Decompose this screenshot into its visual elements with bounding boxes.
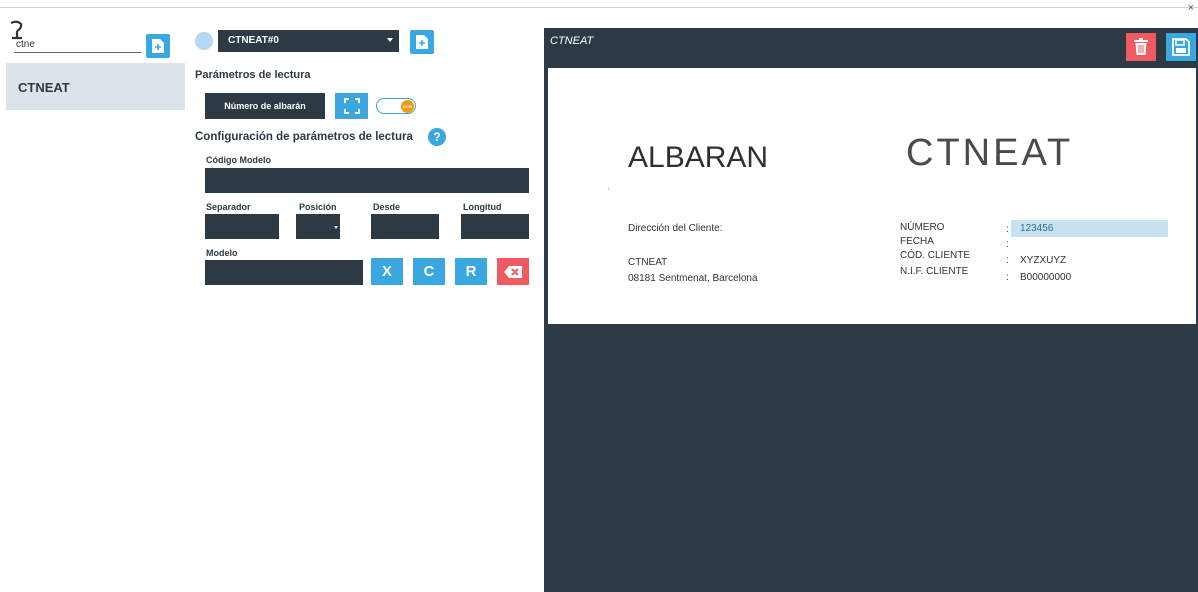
backspace-icon <box>504 265 522 278</box>
client-address: 08181 Sentmenat, Barcelona <box>628 273 758 284</box>
search-input[interactable] <box>14 37 141 53</box>
posicion-label: Posición <box>299 202 337 212</box>
pane-title: CTNEAT <box>550 35 594 47</box>
field-sep: : <box>1006 255 1009 266</box>
codigo-modelo-label: Código Modelo <box>206 155 271 165</box>
backspace-button[interactable] <box>497 258 529 285</box>
field-value: XYZXUYZ <box>1020 255 1067 266</box>
chevron-down-icon <box>387 38 393 42</box>
field-value: B00000000 <box>1020 272 1072 283</box>
ocr-toggle[interactable]: OCR <box>376 98 416 114</box>
field-label: CÓD. CLIENTE <box>900 250 971 261</box>
field-sep: : <box>1006 224 1009 235</box>
document-speck <box>608 188 609 189</box>
delete-button[interactable] <box>1126 33 1156 61</box>
add-item-button[interactable] <box>146 34 170 58</box>
add-model-button[interactable] <box>410 30 434 54</box>
longitud-field[interactable] <box>461 214 529 239</box>
add-file-icon <box>152 39 164 53</box>
x-button[interactable]: X <box>371 258 403 285</box>
albaran-number-button[interactable]: Número de albarán <box>205 93 325 119</box>
r-button[interactable]: R <box>455 258 487 285</box>
list-item[interactable]: CTNEAT <box>6 63 185 110</box>
modelo-field[interactable] <box>205 260 363 285</box>
field-sep: : <box>1006 272 1009 283</box>
field-label: FECHA <box>900 236 934 247</box>
modelo-label: Modelo <box>206 248 238 258</box>
chevron-down-icon <box>334 226 338 229</box>
scan-frame-icon <box>343 98 360 114</box>
scan-area-button[interactable] <box>335 93 368 119</box>
albaran-document: ALBARAN CTNEAT Dirección del Cliente: CT… <box>548 68 1196 324</box>
document-heading: ALBARAN <box>628 141 769 174</box>
field-label: NÚMERO <box>900 222 945 233</box>
model-select-value: CTNEAT#0 <box>228 35 279 46</box>
ctneat-logo: CTNEAT <box>906 132 1074 174</box>
separador-label: Separador <box>206 202 251 212</box>
field-label: N.I.F. CLIENTE <box>900 266 969 277</box>
field-sep: : <box>1006 239 1009 250</box>
longitud-label: Longitud <box>463 202 502 212</box>
separador-field[interactable] <box>205 214 279 239</box>
desde-label: Desde <box>373 202 401 212</box>
window-titlebar <box>0 0 1198 8</box>
codigo-modelo-field[interactable] <box>205 168 529 193</box>
field-value: 123456 <box>1020 223 1054 234</box>
ocr-toggle-knob: OCR <box>401 100 414 113</box>
client-name: CTNEAT <box>628 257 668 268</box>
trash-icon <box>1134 38 1148 55</box>
close-icon[interactable]: × <box>1188 3 1194 14</box>
section-title-reading: Parámetros de lectura <box>195 69 311 81</box>
desde-field[interactable] <box>371 214 439 239</box>
c-button[interactable]: C <box>413 258 445 285</box>
add-file-icon <box>416 35 428 49</box>
model-select[interactable]: CTNEAT#0 <box>218 30 399 52</box>
status-dot <box>195 32 213 50</box>
save-button[interactable] <box>1166 33 1196 61</box>
floppy-disk-icon <box>1172 38 1190 56</box>
client-address-label: Dirección del Cliente: <box>628 223 723 234</box>
section-title-config: Configuración de parámetros de lectura <box>195 131 413 143</box>
help-icon[interactable]: ? <box>428 128 446 146</box>
